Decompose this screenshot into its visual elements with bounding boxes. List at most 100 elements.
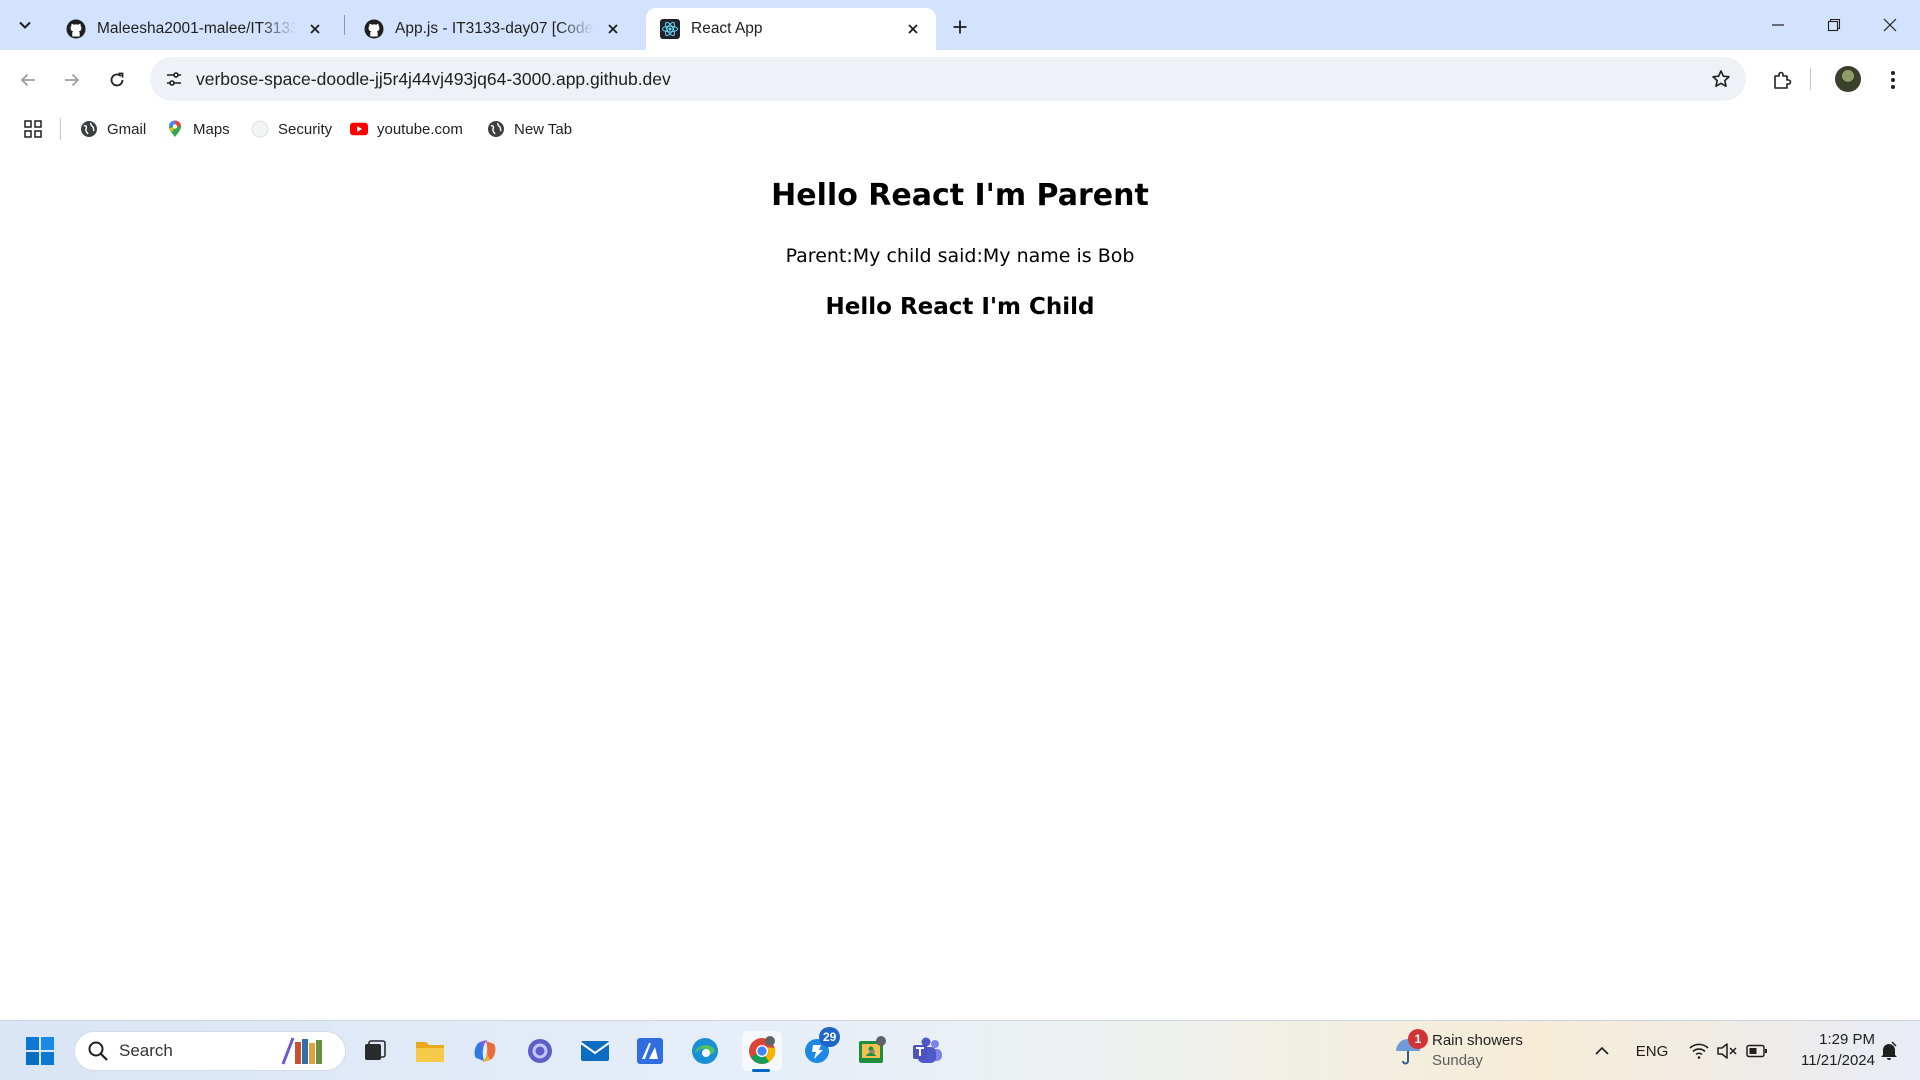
tab-codespaces[interactable]: App.js - IT3133-day07 [Codespaces] — [350, 8, 636, 50]
search-highlight-books-icon — [281, 1037, 322, 1065]
chrome-button[interactable] — [742, 1031, 782, 1071]
teams-button[interactable] — [907, 1031, 947, 1071]
taskbar-search[interactable]: Search — [74, 1031, 346, 1071]
language-indicator[interactable]: ENG — [1630, 1031, 1674, 1071]
parent-paragraph: Parent:My child said:My name is Bob — [785, 245, 1135, 267]
bookmark-label: Gmail — [107, 120, 147, 138]
windows-logo-icon — [26, 1037, 54, 1065]
tab-divider — [344, 15, 345, 35]
minimize-button[interactable] — [1750, 0, 1806, 50]
app-button-blue[interactable] — [520, 1031, 560, 1071]
arrow-right-icon — [65, 73, 80, 87]
clock-time: 1:29 PM — [1819, 1031, 1875, 1048]
restore-icon — [1827, 18, 1841, 32]
notification-bell-icon[interactable] — [1876, 1031, 1902, 1071]
globe-icon — [80, 120, 98, 138]
kebab-menu-icon — [1891, 71, 1895, 89]
back-button[interactable] — [10, 62, 46, 98]
tab-search-button[interactable] — [8, 9, 42, 41]
close-window-button[interactable] — [1862, 0, 1918, 50]
bookmark-youtube[interactable]: youtube.com — [350, 116, 463, 142]
teams-chat-button[interactable]: 29 — [797, 1027, 841, 1071]
copilot-button[interactable] — [465, 1031, 505, 1071]
copilot-icon — [474, 1040, 496, 1062]
close-tab-icon[interactable] — [602, 18, 624, 40]
minimize-icon — [1772, 24, 1784, 26]
chevron-up-icon — [1595, 1046, 1609, 1055]
azure-button[interactable] — [630, 1031, 670, 1071]
toolbar-divider — [1810, 68, 1811, 90]
chevron-down-icon — [19, 21, 31, 29]
bookmarks-bar: Gmail Maps Security youtube.com New Tab — [0, 108, 1920, 150]
menu-button[interactable] — [1875, 62, 1911, 98]
plus-icon — [953, 20, 967, 34]
start-button[interactable] — [20, 1031, 60, 1071]
bookmark-label: Security — [278, 120, 333, 138]
react-icon — [660, 19, 680, 39]
weather-widget[interactable]: 1 Rain showers Sunday — [1390, 1029, 1530, 1073]
weather-condition: Rain showers — [1432, 1032, 1523, 1049]
battery-icon[interactable] — [1744, 1031, 1770, 1071]
loop-app-icon — [528, 1039, 552, 1063]
restore-button[interactable] — [1806, 0, 1862, 50]
file-explorer-button[interactable] — [410, 1031, 450, 1071]
weather-alert-badge: 1 — [1408, 1029, 1428, 1049]
youtube-icon — [350, 120, 368, 138]
show-hidden-icons-button[interactable] — [1588, 1031, 1616, 1071]
bookmarks-divider — [60, 118, 61, 140]
chrome-icon — [749, 1036, 776, 1064]
close-tab-icon[interactable] — [902, 18, 924, 40]
close-icon — [1883, 18, 1897, 32]
taskbar: Search 29 1 Rain showers Sunday ENG 1:29… — [0, 1020, 1920, 1080]
puzzle-icon — [1774, 71, 1792, 89]
folder-icon — [416, 1042, 444, 1062]
arrow-left-icon — [20, 73, 35, 87]
tab-title: React App — [691, 20, 763, 37]
bookmark-label: youtube.com — [377, 120, 463, 138]
address-url[interactable]: verbose-space-doodle-jj5r4j44vj493jq64-3… — [196, 69, 671, 90]
bookmark-new-tab[interactable]: New Tab — [487, 116, 572, 142]
wifi-icon[interactable] — [1686, 1031, 1712, 1071]
child-heading: Hello React I'm Child — [825, 294, 1095, 320]
weather-day: Sunday — [1432, 1052, 1483, 1069]
blank-page-icon — [251, 120, 269, 138]
tab-react-app[interactable]: React App — [646, 8, 936, 50]
tab-strip: Maleesha2001-malee/IT3133-day07 App.js -… — [0, 0, 1920, 50]
bookmark-label: Maps — [193, 120, 230, 138]
profile-avatar[interactable] — [1835, 66, 1861, 92]
bookmark-maps[interactable]: Maps — [166, 116, 230, 142]
mail-button[interactable] — [575, 1031, 615, 1071]
system-clock[interactable]: 1:29 PM 11/21/2024 — [1775, 1029, 1875, 1073]
apps-grid-icon[interactable] — [20, 116, 46, 142]
bookmark-star-icon[interactable] — [1708, 66, 1734, 92]
page-content: Hello React I'm Parent Parent:My child s… — [0, 150, 1920, 1020]
teams-icon — [913, 1037, 942, 1063]
globe-icon — [487, 120, 505, 138]
close-tab-icon[interactable] — [304, 18, 326, 40]
address-bar[interactable]: verbose-space-doodle-jj5r4j44vj493jq64-3… — [150, 57, 1746, 101]
site-settings-icon[interactable] — [160, 65, 188, 93]
clock-date: 11/21/2024 — [1801, 1052, 1875, 1069]
maps-pin-icon — [166, 120, 184, 138]
extensions-button[interactable] — [1764, 62, 1800, 98]
browser-toolbar: verbose-space-doodle-jj5r4j44vj493jq64-3… — [0, 50, 1920, 108]
search-icon — [88, 1041, 108, 1061]
new-tab-button[interactable] — [944, 11, 976, 43]
reload-icon — [110, 72, 124, 87]
forward-button[interactable] — [54, 62, 90, 98]
notification-badge: 29 — [819, 1027, 841, 1047]
mail-icon — [580, 1041, 610, 1061]
task-view-icon — [365, 1040, 386, 1060]
github-icon — [66, 19, 86, 39]
bookmark-gmail[interactable]: Gmail — [80, 116, 146, 142]
tab-github-repo[interactable]: Maleesha2001-malee/IT3133-day07 — [52, 8, 338, 50]
task-view-button[interactable] — [355, 1031, 395, 1071]
running-app-indicator — [869, 1050, 875, 1053]
active-app-indicator — [752, 1069, 770, 1072]
edge-button[interactable] — [685, 1031, 725, 1071]
parent-heading: Hello React I'm Parent — [771, 178, 1149, 213]
azure-app-icon — [637, 1038, 663, 1064]
reload-button[interactable] — [99, 62, 135, 98]
bookmark-security[interactable]: Security — [251, 116, 332, 142]
volume-muted-icon[interactable] — [1714, 1031, 1740, 1071]
